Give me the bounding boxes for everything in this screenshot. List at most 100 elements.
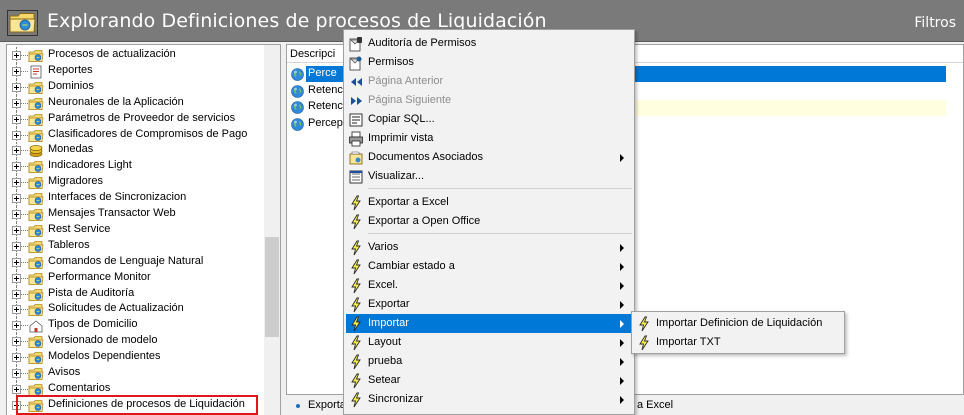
menu-item-documentos-asociados[interactable]: Documentos Asociados [346, 148, 632, 167]
menu-item-exportar[interactable]: Exportar [346, 295, 632, 314]
tree-item[interactable]: Avisos [7, 365, 265, 381]
menu-item-label: prueba [368, 355, 403, 367]
tree-item-label: Procesos de actualización [48, 48, 176, 60]
tree-guide-line [20, 245, 28, 247]
tree-item[interactable]: Indicadores Light [7, 158, 265, 175]
menu-item-excel[interactable]: Excel. [346, 276, 632, 295]
menu-item-visualizar[interactable]: Visualizar... [346, 167, 632, 186]
tree-item[interactable]: Migradores [7, 174, 265, 191]
menu-item-label: Layout [368, 336, 402, 348]
folder-icon [28, 112, 44, 126]
expand-icon[interactable] [12, 353, 21, 363]
tree-item-label: Neuronales de la Aplicación [48, 95, 184, 108]
menu-item-copiar-sql[interactable]: Copiar SQL... [346, 110, 632, 129]
expand-icon[interactable] [12, 257, 21, 267]
tree-guide-line [20, 373, 28, 374]
tree-item[interactable]: Pista de Auditoría [7, 285, 265, 302]
menu-item-auditoria-de-permisos[interactable]: Auditoría de Permisos [346, 34, 632, 53]
submenu-arrow-icon [620, 263, 624, 271]
print-icon [348, 131, 364, 147]
tree-item-label: Solicitudes de Actualización [48, 302, 184, 315]
expand-icon[interactable] [12, 146, 21, 156]
tree-item-label: Pista de Auditoría [48, 286, 135, 299]
menu-item-label: Excel. [368, 279, 398, 291]
folder-icon [28, 191, 44, 205]
tree-item[interactable]: Tableros [7, 237, 265, 254]
menu-item-pagina-siguiente[interactable]: Página Siguiente [346, 91, 632, 110]
menu-item-imprimir-vista[interactable]: Imprimir vista [346, 129, 632, 148]
documents-icon [348, 150, 364, 166]
menu-item-label: Documentos Asociados [368, 151, 483, 163]
expand-icon[interactable] [12, 289, 21, 299]
tree-item-label: Monedas [48, 143, 94, 156]
menu-item-prueba[interactable]: prueba [346, 352, 632, 371]
menu-item-layout[interactable]: Layout [346, 333, 632, 352]
tree-item[interactable]: Reportes [7, 62, 265, 79]
tree-guide-line [20, 182, 28, 184]
tree-item[interactable]: Modelos Dependientes [7, 349, 265, 366]
expand-icon[interactable] [12, 130, 21, 140]
menu-item-cambiar-estado-a[interactable]: Cambiar estado a [346, 257, 632, 276]
folder-icon [28, 96, 44, 110]
tree-item[interactable]: Procesos de actualización [7, 47, 265, 63]
folder-icon [28, 128, 44, 142]
menu-item-setear[interactable]: Setear [346, 371, 632, 390]
expand-icon[interactable] [12, 114, 21, 124]
tree-item[interactable]: Monedas [7, 142, 265, 159]
tree-panel[interactable]: Procesos de actualización Reportes Dominio… [6, 44, 281, 415]
tree-item[interactable]: Parámetros de Proveedor de servicios [7, 110, 265, 127]
folder-icon [28, 255, 44, 269]
menu-item-exportar-a-open-office[interactable]: Exportar a Open Office [346, 212, 632, 231]
expand-icon[interactable] [12, 194, 21, 204]
menu-item-varios[interactable]: Varios [346, 238, 632, 257]
expand-icon[interactable] [12, 178, 21, 188]
expand-icon[interactable] [12, 384, 21, 394]
expand-icon[interactable] [12, 51, 21, 60]
menu-item-label: Sincronizar [368, 393, 424, 405]
menu-separator [368, 188, 632, 189]
expand-icon[interactable] [12, 321, 21, 331]
expand-icon[interactable] [12, 241, 21, 251]
expand-icon[interactable] [12, 225, 21, 235]
domicile-icon [28, 318, 44, 333]
tree-item[interactable]: Rest Service [7, 221, 265, 238]
menu-item-label: Copiar SQL... [368, 113, 435, 125]
menu-item-label: Exportar [368, 298, 410, 310]
tree-item[interactable]: Neuronales de la Aplicación [7, 94, 265, 111]
tree-item[interactable]: Mensajes Transactor Web [7, 206, 265, 222]
expand-icon[interactable] [12, 210, 21, 219]
tree-item[interactable]: Versionado de modelo [7, 333, 265, 350]
menu-item-importar-definicion[interactable]: Importar Definicion de Liquidación [634, 314, 842, 333]
menu-item-importar-txt[interactable]: Importar TXT [634, 333, 842, 352]
expand-icon[interactable] [12, 66, 21, 76]
lightning-icon [348, 373, 364, 389]
tree-item[interactable]: Tipos de Domicilio [7, 317, 265, 334]
menu-item-permisos[interactable]: Permisos [346, 53, 632, 72]
tree-item[interactable]: Clasificadores de Compromisos de Pago [7, 126, 265, 143]
menu-item-exportar-a-excel[interactable]: Exportar a Excel [346, 193, 632, 212]
filters-button[interactable]: Filtros [914, 15, 956, 31]
expand-icon[interactable] [12, 273, 21, 283]
expand-icon[interactable] [12, 98, 21, 108]
menu-item-pagina-anterior[interactable]: Página Anterior [346, 72, 632, 91]
expand-icon[interactable] [12, 369, 21, 378]
tree-scrollbar[interactable] [264, 45, 280, 415]
tree-item[interactable]: Performance Monitor [7, 269, 265, 286]
expand-icon[interactable] [12, 162, 21, 172]
tree-item[interactable]: Comandos de Lenguaje Natural [7, 253, 265, 270]
tree-scroll-thumb[interactable] [265, 237, 279, 337]
menu-item-sincronizar[interactable]: Sincronizar [346, 390, 632, 409]
expand-icon[interactable] [12, 82, 21, 92]
menu-item-label: Varios [368, 241, 399, 253]
globe-icon [291, 118, 304, 131]
tree-item-label: Comandos de Lenguaje Natural [48, 254, 204, 267]
expand-icon[interactable] [12, 305, 21, 315]
previous-page-icon [348, 74, 364, 90]
view-icon [348, 169, 364, 185]
tree-item[interactable]: Interfaces de Sincronizacion [7, 190, 265, 207]
menu-item-label: Importar [368, 317, 409, 329]
menu-item-importar[interactable]: Importar [346, 314, 632, 333]
expand-icon[interactable] [12, 337, 21, 347]
tree-item[interactable]: Solicitudes de Actualización [7, 301, 265, 318]
tree-item[interactable]: Dominios [7, 78, 265, 95]
